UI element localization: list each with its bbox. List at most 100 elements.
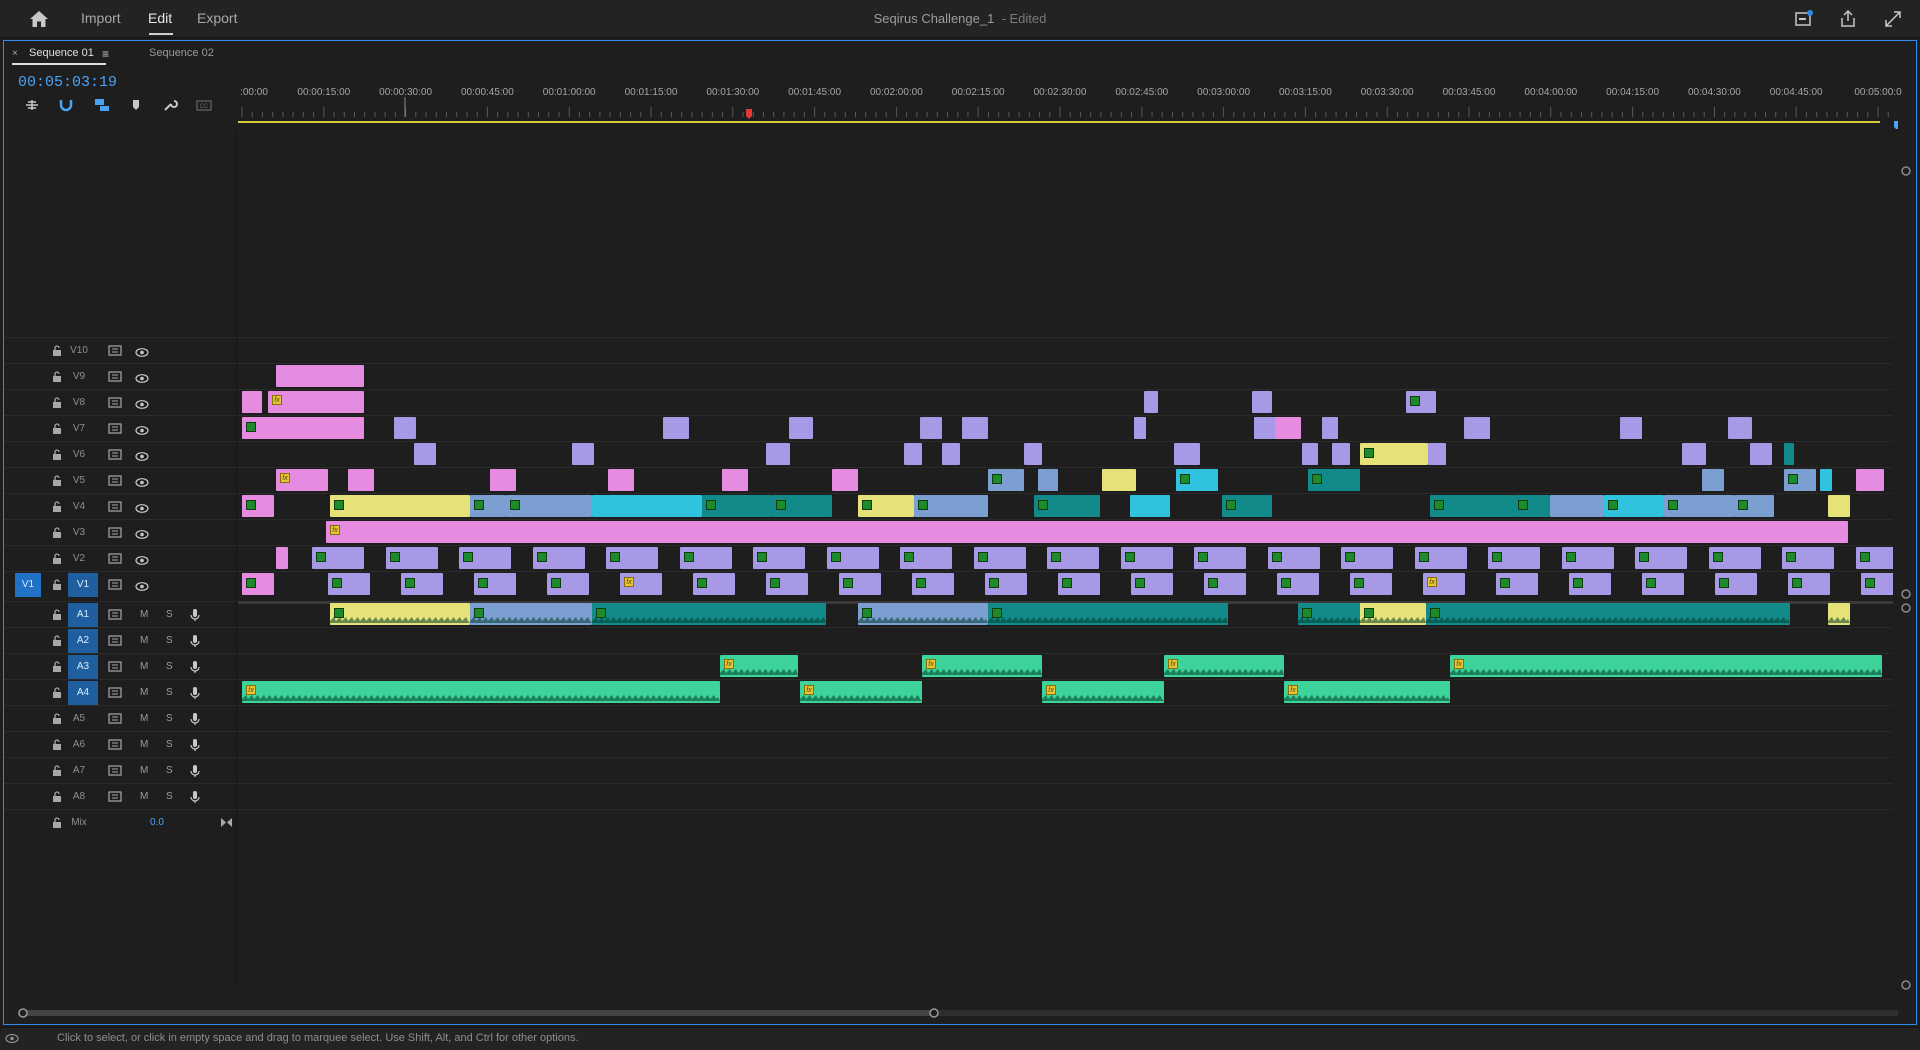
video-clip[interactable] xyxy=(532,547,585,569)
tab-sequence-01[interactable]: Sequence 01 xyxy=(29,47,94,59)
video-clip[interactable] xyxy=(242,573,274,595)
lock-icon[interactable] xyxy=(52,449,62,460)
video-clip[interactable] xyxy=(914,495,988,517)
lock-icon[interactable] xyxy=(52,817,62,828)
video-clip[interactable] xyxy=(663,417,689,439)
add-marker-icon[interactable] xyxy=(128,97,144,113)
sync-lock-icon[interactable] xyxy=(108,371,122,382)
video-lane[interactable] xyxy=(238,389,1893,415)
video-clip[interactable] xyxy=(1620,417,1642,439)
lock-icon[interactable] xyxy=(52,527,62,538)
video-clip[interactable] xyxy=(1204,573,1246,595)
track-name[interactable]: A2 xyxy=(68,629,98,653)
audio-clip[interactable] xyxy=(330,603,470,625)
video-clip[interactable] xyxy=(789,417,813,439)
video-clip[interactable] xyxy=(1130,495,1170,517)
fullscreen-icon[interactable] xyxy=(1883,9,1903,29)
video-clip[interactable] xyxy=(1332,443,1350,465)
video-clip[interactable] xyxy=(766,573,808,595)
lock-icon[interactable] xyxy=(52,345,62,356)
audio-clip[interactable] xyxy=(858,603,988,625)
video-clip[interactable] xyxy=(1341,547,1393,569)
audio-clip[interactable]: fx xyxy=(1164,655,1284,677)
audio-lane[interactable] xyxy=(238,757,1893,783)
lock-icon[interactable] xyxy=(52,501,62,512)
video-clip[interactable] xyxy=(904,443,922,465)
mic-icon[interactable] xyxy=(190,738,200,752)
video-clip[interactable] xyxy=(900,547,952,569)
solo-button[interactable]: S xyxy=(166,791,173,802)
sync-lock-icon[interactable] xyxy=(108,527,122,538)
video-clip[interactable] xyxy=(1058,573,1100,595)
track-name[interactable]: V5 xyxy=(64,475,94,486)
mute-button[interactable]: M xyxy=(140,739,148,750)
video-clip[interactable] xyxy=(1360,443,1428,465)
video-clip[interactable] xyxy=(1788,573,1830,595)
track-name[interactable]: V1 xyxy=(68,573,98,597)
video-clip[interactable] xyxy=(608,469,634,491)
audio-lane[interactable] xyxy=(238,731,1893,757)
video-clip[interactable] xyxy=(772,495,832,517)
video-lane[interactable] xyxy=(238,363,1893,389)
video-clip[interactable] xyxy=(1176,469,1218,491)
video-clip[interactable] xyxy=(606,547,658,569)
video-clip[interactable] xyxy=(1604,495,1664,517)
sync-lock-icon[interactable] xyxy=(108,661,122,672)
video-clip[interactable] xyxy=(490,469,516,491)
eye-icon[interactable] xyxy=(135,502,149,513)
video-clip[interactable] xyxy=(722,469,748,491)
video-clip[interactable] xyxy=(1496,573,1538,595)
video-clip[interactable] xyxy=(385,547,438,569)
track-name[interactable]: A8 xyxy=(64,791,94,802)
track-name[interactable]: V3 xyxy=(64,527,94,538)
track-name[interactable]: V6 xyxy=(64,449,94,460)
wrench-icon[interactable] xyxy=(162,97,178,113)
video-lane[interactable] xyxy=(238,415,1893,441)
track-name[interactable]: A1 xyxy=(68,603,98,627)
video-clip[interactable] xyxy=(276,365,364,387)
audio-lane[interactable] xyxy=(238,627,1893,653)
audio-clip[interactable]: fx xyxy=(242,681,720,703)
video-clip[interactable] xyxy=(1277,573,1319,595)
video-clip[interactable] xyxy=(312,547,364,569)
lock-icon[interactable] xyxy=(52,553,62,564)
sync-lock-icon[interactable] xyxy=(108,791,122,802)
sync-lock-icon[interactable] xyxy=(108,765,122,776)
video-clip[interactable] xyxy=(1855,547,1893,569)
video-clip[interactable] xyxy=(1134,417,1146,439)
video-clip[interactable] xyxy=(1034,495,1100,517)
audio-clip[interactable]: fx xyxy=(1042,681,1164,703)
video-clip[interactable] xyxy=(242,417,364,439)
close-tab-icon[interactable]: × xyxy=(12,48,18,59)
video-clip[interactable] xyxy=(962,417,988,439)
track-name[interactable]: V2 xyxy=(64,553,94,564)
sync-lock-icon[interactable] xyxy=(108,397,122,408)
video-lane[interactable] xyxy=(238,467,1893,493)
sync-lock-icon[interactable] xyxy=(108,579,122,590)
video-clip[interactable] xyxy=(1430,495,1514,517)
video-clip[interactable] xyxy=(401,573,443,595)
video-clip[interactable] xyxy=(1550,495,1604,517)
video-clip[interactable] xyxy=(276,547,288,569)
mute-button[interactable]: M xyxy=(140,791,148,802)
video-clip[interactable] xyxy=(1144,391,1158,413)
quick-export-icon[interactable] xyxy=(1794,9,1814,29)
lock-icon[interactable] xyxy=(52,609,62,620)
mic-icon[interactable] xyxy=(190,660,200,674)
video-clip[interactable] xyxy=(1488,547,1540,569)
video-clip[interactable] xyxy=(942,443,960,465)
audio-clip[interactable] xyxy=(988,603,1228,625)
lock-icon[interactable] xyxy=(52,371,62,382)
video-clip[interactable] xyxy=(985,573,1027,595)
video-clip[interactable] xyxy=(973,547,1026,569)
video-clip[interactable] xyxy=(1024,443,1042,465)
mute-button[interactable]: M xyxy=(140,687,148,698)
video-clip[interactable]: fx xyxy=(620,573,662,595)
time-ruler[interactable]: :00:00 00:00:15:00 00:00:30:00 00:00:45:00 0… xyxy=(238,67,1902,129)
lock-icon[interactable] xyxy=(52,661,62,672)
video-clip[interactable] xyxy=(348,469,374,491)
video-clip[interactable] xyxy=(1254,417,1276,439)
lock-icon[interactable] xyxy=(52,765,62,776)
video-lane[interactable] xyxy=(238,337,1893,363)
video-clip[interactable] xyxy=(1308,469,1360,491)
